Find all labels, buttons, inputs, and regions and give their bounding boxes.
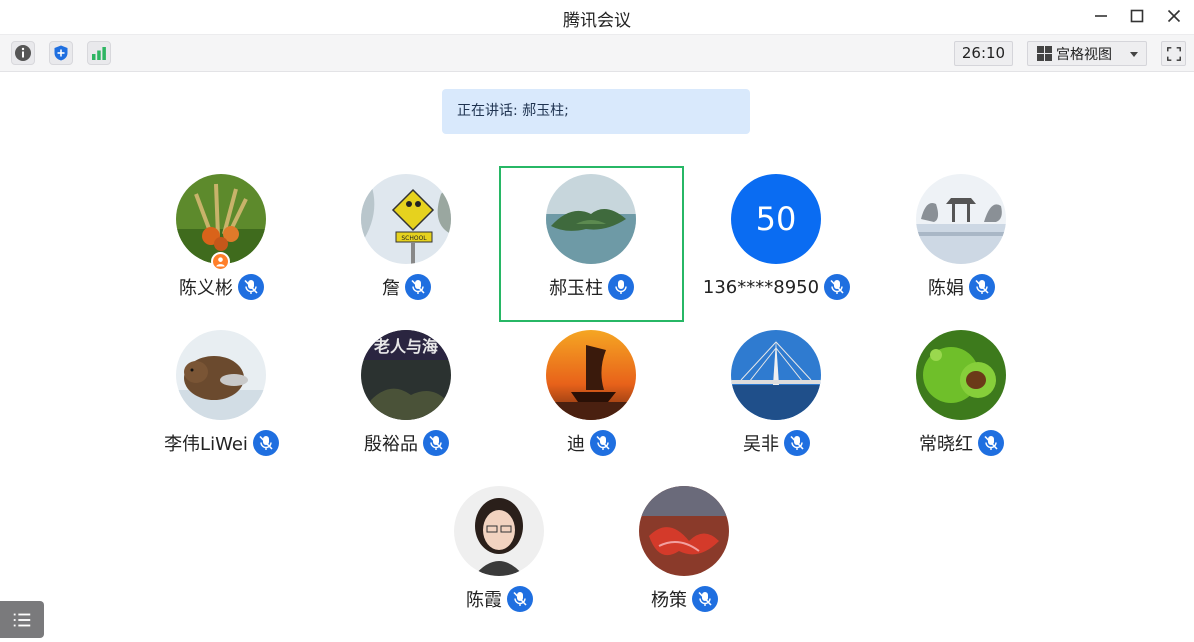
view-mode-select[interactable]: 宫格视图 xyxy=(1027,41,1147,66)
minimize-icon[interactable] xyxy=(1088,4,1114,28)
avatar xyxy=(454,486,544,576)
avatar xyxy=(731,330,821,420)
participant-name: 殷裕品 xyxy=(364,434,418,455)
mic-muted-icon[interactable] xyxy=(252,430,279,456)
participant-tile[interactable]: 陈娟 xyxy=(869,166,1054,322)
toolbar: 26:10 宫格视图 xyxy=(0,34,1194,72)
maximize-icon[interactable] xyxy=(1124,4,1150,28)
mic-muted-icon[interactable] xyxy=(978,430,1004,456)
speaking-banner: 正在讲话: 郝玉柱; xyxy=(442,89,750,134)
avatar xyxy=(639,486,729,576)
title-bar: 腾讯会议 xyxy=(0,0,1194,34)
participant-name: 陈义彬 xyxy=(179,278,233,299)
participant-name: 陈娟 xyxy=(928,278,964,299)
mic-muted-icon[interactable] xyxy=(423,430,449,456)
shield-icon[interactable] xyxy=(49,41,73,65)
mic-muted-icon[interactable] xyxy=(238,274,264,300)
mic-muted-icon[interactable] xyxy=(507,586,533,612)
avatar xyxy=(546,330,636,420)
avatar xyxy=(916,174,1006,264)
participant-tile[interactable]: 吴非 xyxy=(684,322,869,478)
participant-list-button[interactable] xyxy=(0,601,44,638)
info-icon[interactable] xyxy=(11,41,35,65)
list-icon xyxy=(13,613,31,626)
svg-text:老人与海: 老人与海 xyxy=(373,337,438,356)
participant-name: 詹 xyxy=(382,278,400,299)
mic-active-icon[interactable] xyxy=(608,274,634,300)
avatar xyxy=(176,174,266,264)
grid-view-icon xyxy=(1037,46,1052,61)
svg-text:SCHOOL: SCHOOL xyxy=(401,235,427,242)
participant-name: 136****8950 xyxy=(702,276,820,298)
participant-name: 吴非 xyxy=(743,434,779,455)
participant-tile[interactable]: 陈霞 xyxy=(407,478,592,634)
close-icon[interactable] xyxy=(1161,4,1187,28)
participant-name: 常晓红 xyxy=(919,434,973,455)
participant-name: 陈霞 xyxy=(466,590,502,611)
participant-tile-speaking[interactable]: 郝玉柱 xyxy=(499,166,684,322)
mic-muted-icon[interactable] xyxy=(969,274,995,300)
participant-tile[interactable]: 陈义彬 xyxy=(129,166,314,322)
meeting-window: 腾讯会议 26:10 宫格视图 正在讲话: 郝玉柱; 陈义彬 SCHOOL 詹 … xyxy=(0,0,1194,642)
avatar: 50 xyxy=(731,174,821,264)
participant-name: 杨策 xyxy=(651,590,687,611)
participant-name: 李伟LiWei xyxy=(164,434,248,455)
chevron-down-icon xyxy=(1130,52,1138,57)
fullscreen-button[interactable] xyxy=(1161,41,1186,66)
participant-tile[interactable]: SCHOOL 詹 xyxy=(314,166,499,322)
avatar xyxy=(176,330,266,420)
mic-muted-icon[interactable] xyxy=(784,430,810,456)
participant-tile[interactable]: 迪 xyxy=(499,322,684,478)
participant-name: 迪 xyxy=(567,434,585,455)
participant-tile[interactable]: 老人与海 殷裕品 xyxy=(314,322,499,478)
participant-tile[interactable]: 50 136****8950 xyxy=(684,166,869,322)
avatar: 老人与海 xyxy=(361,330,451,420)
fullscreen-icon xyxy=(1166,46,1181,61)
participant-name: 郝玉柱 xyxy=(549,278,603,299)
participant-tile[interactable]: 杨策 xyxy=(592,478,777,634)
signal-icon[interactable] xyxy=(87,41,111,65)
view-mode-label: 宫格视图 xyxy=(1056,46,1112,63)
mic-muted-icon[interactable] xyxy=(405,274,431,300)
mic-muted-icon[interactable] xyxy=(692,586,718,612)
mic-muted-icon[interactable] xyxy=(590,430,616,456)
meeting-timer: 26:10 xyxy=(954,41,1013,66)
host-icon xyxy=(211,252,230,271)
avatar: SCHOOL xyxy=(361,174,451,264)
window-title: 腾讯会议 xyxy=(563,11,631,31)
participant-tile[interactable]: 常晓红 xyxy=(869,322,1054,478)
avatar xyxy=(916,330,1006,420)
mic-muted-icon[interactable] xyxy=(824,274,851,300)
participant-tile[interactable]: 李伟LiWei xyxy=(129,322,314,478)
avatar xyxy=(546,174,636,264)
